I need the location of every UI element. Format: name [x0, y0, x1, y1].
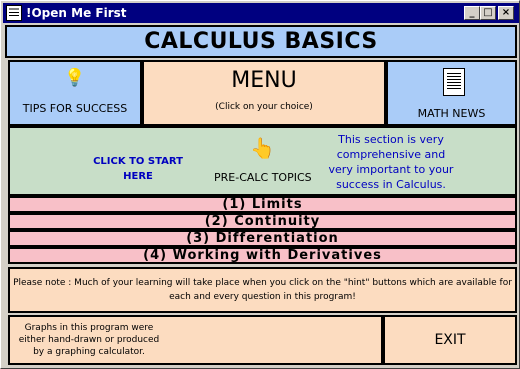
pointing-hand-icon: 👆: [250, 136, 275, 160]
window-title: !Open Me First: [26, 6, 127, 20]
precalc-description: This section is very comprehensive and v…: [328, 133, 454, 191]
title-bar[interactable]: !Open Me First _ □ ×: [3, 3, 519, 23]
topic-derivatives-button[interactable]: (4) Working with Derivatives: [8, 247, 517, 264]
precalc-label: PRE-CALC TOPICS: [214, 171, 312, 184]
app-document-icon: [6, 5, 22, 21]
menu-panel: MENU (Click on your choice): [142, 60, 386, 126]
menu-title: MENU: [231, 68, 297, 93]
minimize-button[interactable]: _: [464, 6, 480, 20]
graphs-note-panel: Graphs in this program were either hand-…: [8, 315, 383, 365]
precalc-topics-button[interactable]: CLICK TO START HERE 👆 PRE-CALC TOPICS Th…: [8, 126, 517, 196]
math-news-label: MATH NEWS: [417, 107, 486, 120]
exit-button[interactable]: EXIT: [383, 315, 517, 365]
hint-note: Please note : Much of your learning will…: [8, 267, 517, 313]
client-area: CALCULUS BASICS 💡 TIPS FOR SUCCESS MENU …: [5, 25, 517, 367]
math-news-button[interactable]: MATH NEWS: [386, 60, 517, 126]
document-icon: [443, 68, 465, 96]
click-to-start-label: CLICK TO START HERE: [93, 156, 183, 182]
page-title: CALCULUS BASICS: [144, 29, 378, 54]
topic-continuity-button[interactable]: (2) Continuity: [8, 213, 517, 230]
lightbulb-icon: 💡: [64, 68, 86, 88]
app-window: !Open Me First _ □ × CALCULUS BASICS 💡 T…: [0, 0, 520, 369]
tips-label: TIPS FOR SUCCESS: [22, 102, 128, 115]
menu-subtitle: (Click on your choice): [215, 102, 313, 112]
maximize-button[interactable]: □: [480, 6, 496, 20]
close-button[interactable]: ×: [498, 6, 514, 20]
topic-differentiation-button[interactable]: (3) Differentiation: [8, 230, 517, 247]
topic-limits-button[interactable]: (1) Limits: [8, 196, 517, 213]
tips-for-success-button[interactable]: 💡 TIPS FOR SUCCESS: [8, 60, 142, 126]
graphs-note-text: Graphs in this program were either hand-…: [18, 323, 160, 357]
header-banner: CALCULUS BASICS: [5, 25, 517, 58]
